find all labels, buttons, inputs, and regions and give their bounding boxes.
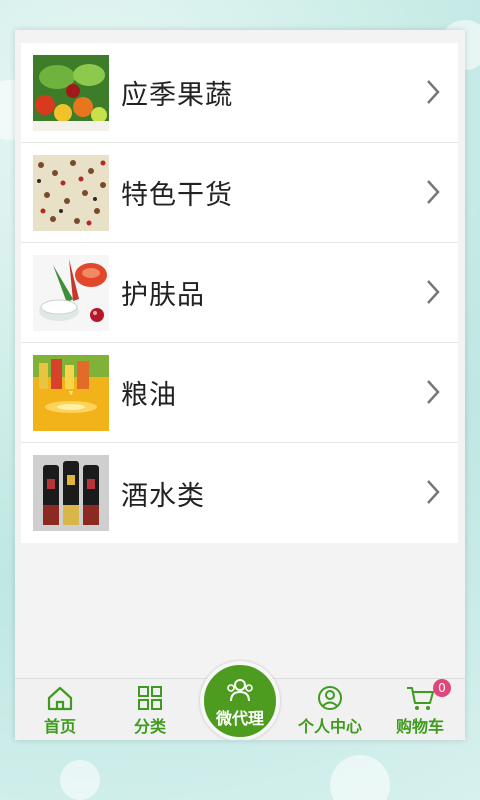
- tab-label: 分类: [133, 717, 166, 736]
- main-card: 应季果蔬 特色干货 护肤品 粮油 酒水类 首页 分类 微代理 个人中心 购物车 …: [15, 30, 465, 740]
- background-bokeh: [330, 755, 390, 800]
- tab-label: 个人中心: [297, 717, 362, 736]
- vegetables-photo: [33, 54, 109, 131]
- list-item-label: 护肤品: [121, 280, 205, 311]
- chevron-right-icon: [427, 380, 440, 404]
- home-icon: [47, 686, 73, 711]
- list-item-label: 特色干货: [121, 180, 233, 211]
- cooking-oil-photo: [33, 354, 109, 431]
- list-item-grain-oil[interactable]: 粮油: [21, 343, 458, 443]
- list-item-label: 酒水类: [121, 480, 205, 512]
- liquor-bottles-photo: [33, 455, 109, 531]
- background-bokeh: [60, 760, 100, 800]
- list-item-liquor[interactable]: 酒水类: [21, 443, 458, 543]
- list-item-label: 应季果蔬: [121, 80, 233, 111]
- list-item-seasonal-produce[interactable]: 应季果蔬: [21, 43, 458, 143]
- chevron-right-icon: [427, 280, 440, 304]
- category-list: 应季果蔬 特色干货 护肤品 粮油 酒水类: [21, 43, 458, 543]
- cart-count-badge: 0: [433, 679, 451, 697]
- users-icon: [227, 679, 253, 702]
- grains-photo: [33, 154, 109, 231]
- list-item-skincare[interactable]: 护肤品: [21, 243, 458, 343]
- tab-category[interactable]: 分类: [105, 685, 195, 737]
- skincare-photo: [33, 254, 109, 331]
- tab-home[interactable]: 首页: [15, 685, 105, 737]
- tab-profile[interactable]: 个人中心: [285, 685, 375, 737]
- tab-label: 微代理: [215, 709, 264, 728]
- tab-label: 购物车: [395, 717, 444, 736]
- bottom-tab-bar: 首页 分类 微代理 个人中心 购物车 0: [15, 661, 465, 740]
- grid-icon: [138, 686, 162, 710]
- chevron-right-icon: [427, 180, 440, 204]
- list-item-dried-goods[interactable]: 特色干货: [21, 143, 458, 243]
- agent-button[interactable]: 微代理: [200, 661, 280, 740]
- shopping-cart-icon: [407, 687, 434, 710]
- chevron-right-icon: [427, 80, 440, 104]
- tab-label: 首页: [43, 717, 76, 736]
- user-circle-icon: [318, 686, 342, 710]
- chevron-right-icon: [427, 480, 440, 504]
- tab-cart[interactable]: 购物车 0: [375, 679, 465, 737]
- list-item-label: 粮油: [121, 380, 177, 411]
